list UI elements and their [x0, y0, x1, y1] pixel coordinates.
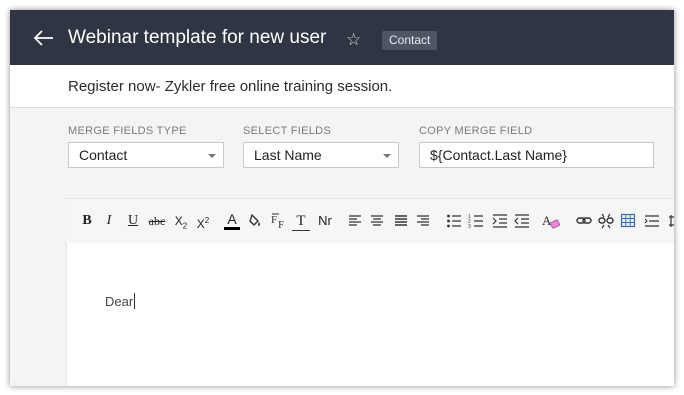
star-icon[interactable]: ☆ [346, 30, 361, 50]
copy-merge-field-input[interactable] [419, 142, 654, 168]
subscript-mark: 2 [182, 221, 188, 231]
font-color-icon[interactable]: A [224, 212, 240, 230]
editor-text-content: Dear [105, 294, 134, 309]
editor-toolbar: B I U abc X2 X2 A FF T Nr 1 2 3 A [66, 198, 674, 244]
select-fields-label: SELECT FIELDS [243, 125, 332, 137]
back-button[interactable] [32, 27, 56, 49]
template-editor-window: Webinar template for new user ☆ Contact … [10, 10, 674, 386]
module-badge: Contact [382, 31, 438, 50]
bullet-list-icon[interactable] [446, 212, 462, 230]
subscript-base: X [174, 214, 183, 228]
editor-content-area[interactable]: Dear [66, 243, 674, 386]
link-icon[interactable] [576, 212, 592, 230]
svg-text:A: A [542, 213, 552, 228]
svg-text:F: F [278, 219, 284, 230]
outdent-icon[interactable] [514, 212, 530, 230]
align-right-icon[interactable] [416, 212, 430, 230]
merge-fields-panel: MERGE FIELDS TYPE Contact SELECT FIELDS … [10, 108, 674, 200]
copy-merge-field-label: COPY MERGE FIELD [419, 125, 533, 137]
subscript-icon[interactable]: X2 [172, 212, 190, 230]
superscript-icon[interactable]: X2 [194, 212, 212, 231]
superscript-base: X [196, 217, 205, 231]
normal-text-icon[interactable]: Nr [316, 212, 334, 230]
merge-fields-type-value: Contact [79, 147, 128, 163]
select-fields-select[interactable]: Last Name [243, 142, 399, 168]
merge-fields-type-select[interactable]: Contact [68, 142, 224, 168]
underline-icon[interactable]: U [126, 212, 140, 230]
clear-format-icon[interactable]: A [542, 212, 560, 230]
chevron-down-icon [383, 154, 391, 158]
italic-icon[interactable]: I [102, 212, 116, 230]
svg-text:3: 3 [468, 224, 471, 230]
font-family-icon[interactable]: FF [270, 212, 288, 230]
subject-bar: Register now- Zykler free online trainin… [10, 65, 674, 108]
rich-text-editor: B I U abc X2 X2 A FF T Nr 1 2 3 A Dear [66, 198, 674, 386]
svg-text:F: F [271, 214, 277, 226]
table-icon[interactable] [620, 212, 636, 230]
numbered-list-icon[interactable]: 123 [468, 212, 484, 230]
editor-text[interactable]: Dear [105, 293, 136, 309]
merge-fields-type-label: MERGE FIELDS TYPE [68, 125, 187, 137]
strikethrough-icon[interactable]: abc [146, 212, 168, 230]
indent-icon[interactable] [492, 212, 508, 230]
unlink-icon[interactable] [598, 212, 614, 230]
more-icon[interactable] [644, 212, 660, 230]
email-subject: Register now- Zykler free online trainin… [68, 78, 393, 95]
font-size-icon[interactable]: T [292, 212, 310, 231]
align-left-icon[interactable] [348, 212, 362, 230]
back-arrow-icon [33, 30, 53, 46]
bold-icon[interactable]: B [80, 212, 94, 230]
align-justify-icon[interactable] [394, 212, 408, 230]
overflow-icon[interactable] [667, 212, 674, 230]
highlight-color-icon[interactable] [248, 212, 264, 230]
superscript-mark: 2 [204, 216, 210, 225]
select-fields-value: Last Name [254, 147, 322, 163]
align-center-icon[interactable] [370, 212, 384, 230]
page-title: Webinar template for new user [68, 27, 327, 48]
text-cursor [134, 293, 136, 309]
header-bar: Webinar template for new user ☆ Contact [10, 10, 674, 65]
chevron-down-icon [208, 154, 216, 158]
